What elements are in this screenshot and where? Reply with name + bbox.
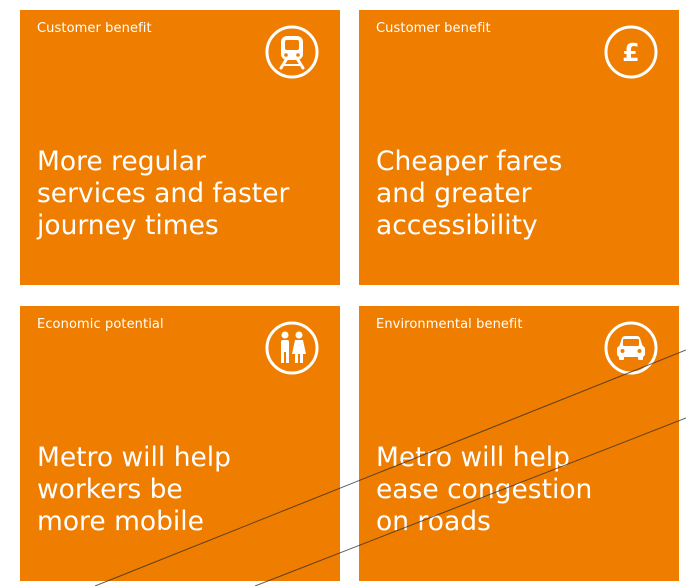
headline-line: services and faster — [37, 178, 290, 209]
card-headline: Metro will help ease congestion on roads — [376, 442, 666, 538]
headline-line: Cheaper fares — [376, 146, 563, 177]
card-headline: Cheaper fares and greater accessibility — [376, 146, 666, 242]
people-icon — [264, 320, 320, 376]
card-category: Environmental benefit — [376, 317, 523, 332]
card-category: Customer benefit — [37, 21, 152, 36]
headline-line: on roads — [376, 506, 491, 537]
car-icon — [603, 320, 659, 376]
page: Customer benefit More regular services a… — [0, 0, 686, 586]
card-headline: More regular services and faster journey… — [37, 146, 327, 242]
card-category: Economic potential — [37, 317, 164, 332]
benefit-card-journey-times: Customer benefit More regular services a… — [20, 10, 340, 285]
benefit-card-mobile-workers: Economic potential Metro will help worke… — [20, 306, 340, 581]
headline-line: Metro will help — [376, 442, 570, 473]
train-icon — [264, 24, 320, 80]
card-headline: Metro will help workers be more mobile — [37, 442, 327, 538]
headline-line: workers be — [37, 474, 183, 505]
headline-line: accessibility — [376, 210, 538, 241]
headline-line: Metro will help — [37, 442, 231, 473]
pound-icon: £ — [603, 24, 659, 80]
benefit-card-congestion: Environmental benefit Metro will help ea… — [359, 306, 679, 581]
headline-line: journey times — [37, 210, 219, 241]
card-category: Customer benefit — [376, 21, 491, 36]
benefit-card-cheaper-fares: Customer benefit £ Cheaper fares and gre… — [359, 10, 679, 285]
headline-line: and greater — [376, 178, 532, 209]
headline-line: ease congestion — [376, 474, 593, 505]
headline-line: More regular — [37, 146, 206, 177]
headline-line: more mobile — [37, 506, 204, 537]
pound-glyph: £ — [622, 38, 639, 67]
